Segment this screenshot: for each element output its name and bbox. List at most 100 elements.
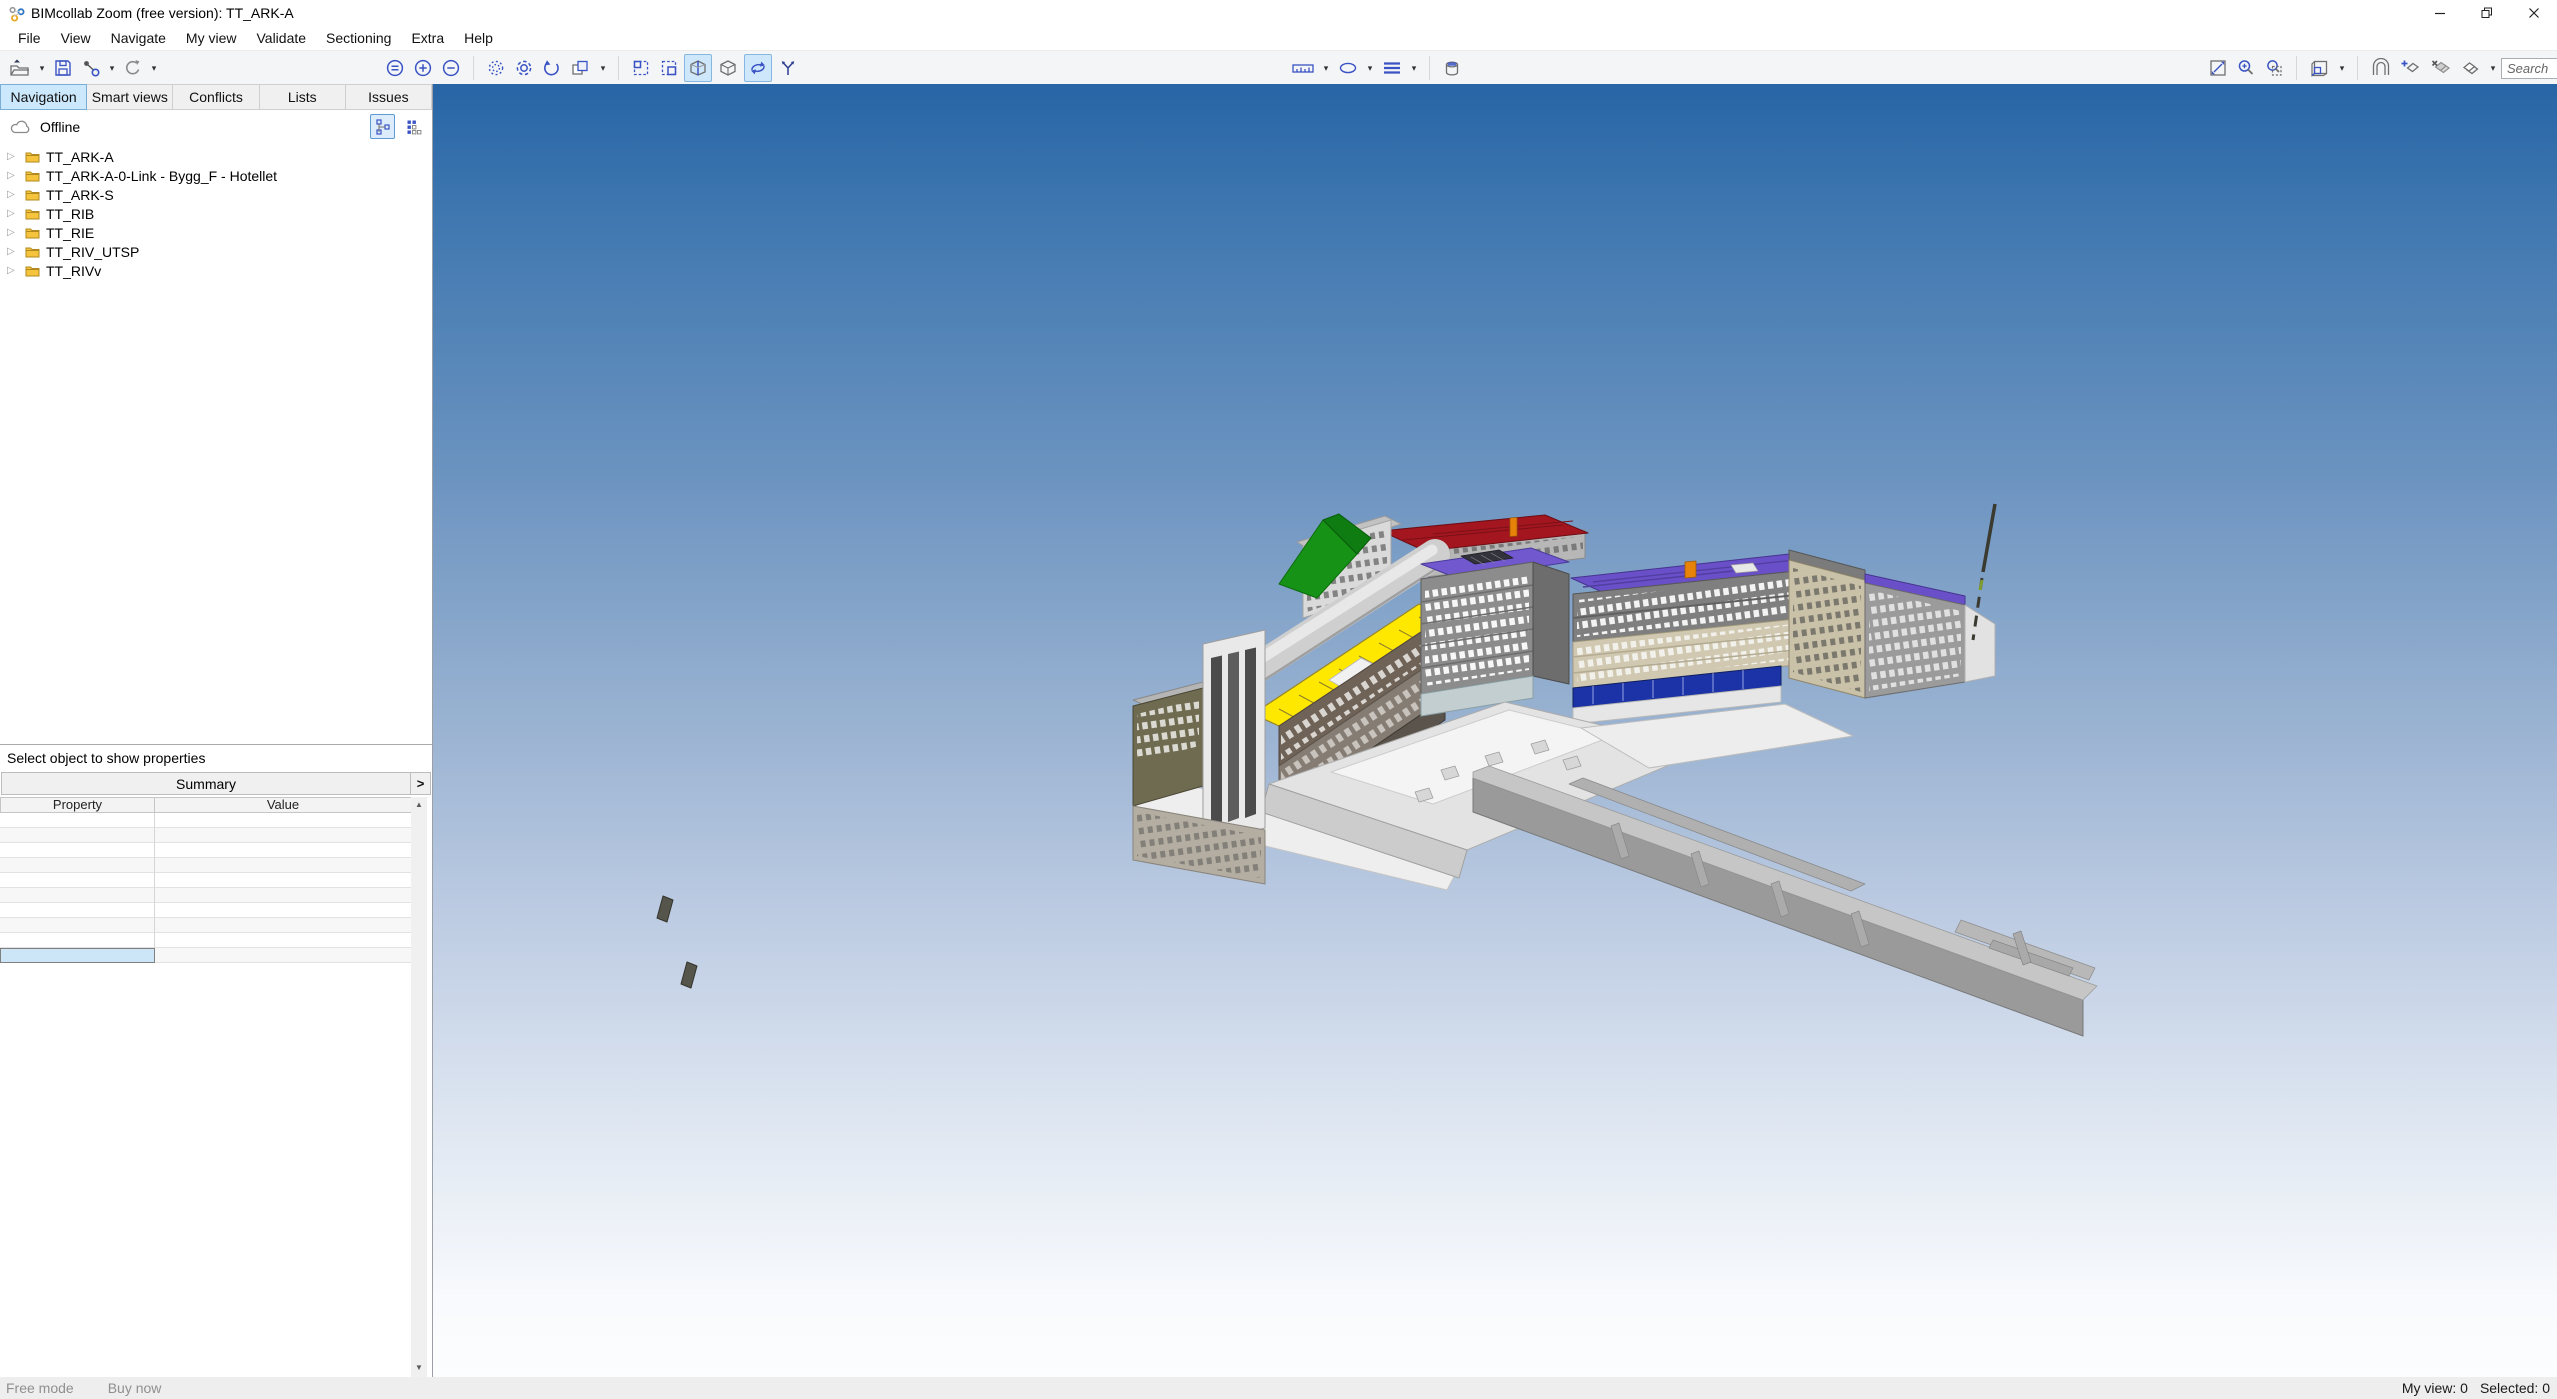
expand-icon[interactable]: ▷ (7, 227, 21, 238)
sync-button[interactable] (120, 54, 146, 82)
toolbar-group-measure: ▾ ▾ ▾ (1288, 51, 1465, 85)
saved-views-button[interactable] (567, 54, 595, 82)
menu-item-view[interactable]: View (51, 27, 101, 49)
save-button[interactable] (50, 54, 76, 82)
zoom-out-button[interactable] (438, 54, 464, 82)
property-row[interactable] (0, 933, 412, 948)
section-planes-button[interactable] (2457, 54, 2485, 82)
add-section-plane-icon (2401, 60, 2420, 73)
menu-item-navigate[interactable]: Navigate (101, 27, 176, 49)
zoom-window-button[interactable] (2233, 54, 2259, 82)
menu-item-validate[interactable]: Validate (246, 27, 316, 49)
measure-lines-button[interactable] (1378, 54, 1406, 82)
expand-icon[interactable]: ▷ (7, 189, 21, 200)
grid-view-button[interactable] (401, 114, 426, 139)
tree-item[interactable]: ▷ TT_ARK-A-0-Link - Bygg_F - Hotellet (0, 166, 432, 185)
tree-item[interactable]: ▷ TT_RIE (0, 223, 432, 242)
saved-views-dropdown[interactable]: ▾ (597, 54, 609, 82)
tab-lists[interactable]: Lists (259, 84, 346, 110)
expand-icon[interactable]: ▷ (7, 265, 21, 276)
tab-conflicts[interactable]: Conflicts (173, 84, 260, 110)
tree-item-label: TT_RIV_UTSP (46, 243, 140, 260)
tree-item[interactable]: ▷ TT_ARK-A (0, 147, 432, 166)
property-row-selected[interactable] (0, 948, 412, 963)
close-button[interactable] (2510, 0, 2557, 26)
floating-debris (656, 895, 698, 989)
scroll-up-icon[interactable]: ▲ (411, 797, 427, 812)
property-row[interactable] (0, 813, 412, 828)
select-rect-alt-button[interactable] (656, 54, 682, 82)
section-planes-dropdown[interactable]: ▾ (2487, 54, 2499, 82)
property-row[interactable] (0, 903, 412, 918)
measure-area-dropdown[interactable]: ▾ (1364, 54, 1376, 82)
property-row[interactable] (0, 843, 412, 858)
select-rect-button[interactable] (628, 54, 654, 82)
merge-models-button[interactable] (78, 54, 104, 82)
tree-item[interactable]: ▷ TT_RIB (0, 204, 432, 223)
properties-scrollbar[interactable]: ▲ ▼ (411, 797, 427, 1377)
cube-view-button[interactable] (714, 54, 742, 82)
tab-issues[interactable]: Issues (345, 84, 433, 110)
minimize-icon (2434, 12, 2445, 15)
viewport-3d[interactable] (433, 84, 2557, 1377)
column-header-property[interactable]: Property (0, 797, 155, 813)
remove-section-plane-button[interactable] (2427, 54, 2455, 82)
measure-length-button[interactable] (1288, 54, 1318, 82)
summary-expand-chevron[interactable]: > (410, 773, 430, 794)
bim-model-render (656, 503, 2098, 1037)
menu-item-extra[interactable]: Extra (401, 27, 454, 49)
restore-button[interactable] (2463, 0, 2510, 26)
hide-cube-dropdown[interactable]: ▾ (2336, 54, 2348, 82)
tab-smart-views[interactable]: Smart views (87, 84, 174, 110)
column-header-value[interactable]: Value (155, 797, 412, 813)
property-row[interactable] (0, 858, 412, 873)
spin-mode-button[interactable] (483, 54, 509, 82)
open-model-button[interactable] (6, 54, 34, 82)
zoom-selection-button[interactable] (2261, 54, 2287, 82)
menu-item-sectioning[interactable]: Sectioning (316, 27, 401, 49)
expand-icon[interactable]: ▷ (7, 208, 21, 219)
property-row[interactable] (0, 828, 412, 843)
tree-view-button[interactable] (370, 114, 395, 139)
spin-mode-alt-button[interactable] (511, 54, 537, 82)
property-row[interactable] (0, 888, 412, 903)
orbit-button[interactable] (744, 54, 772, 82)
expand-icon[interactable]: ▷ (7, 170, 21, 181)
zoom-extents-button[interactable] (382, 54, 408, 82)
fit-view-button[interactable] (2205, 54, 2231, 82)
building-complex (656, 503, 2098, 1037)
section-box-button[interactable] (684, 54, 712, 82)
add-section-plane-button[interactable] (2397, 54, 2425, 82)
reset-view-button[interactable] (539, 54, 565, 82)
zoom-in-button[interactable] (410, 54, 436, 82)
tree-item[interactable]: ▷ TT_ARK-S (0, 185, 432, 204)
merge-models-dropdown[interactable]: ▾ (106, 54, 118, 82)
hide-cube-button[interactable] (2306, 54, 2334, 82)
spin-mode-icon (488, 60, 504, 76)
property-row[interactable] (0, 918, 412, 933)
measure-length-icon (1292, 64, 1314, 73)
main-area: Navigation Smart views Conflicts Lists I… (0, 84, 2557, 1377)
sync-dropdown[interactable]: ▾ (148, 54, 160, 82)
tab-navigation[interactable]: Navigation (0, 84, 88, 110)
measure-area-button[interactable] (1334, 54, 1362, 82)
menu-item-help[interactable]: Help (454, 27, 503, 49)
search-input[interactable] (2501, 57, 2557, 79)
walk-button[interactable] (774, 54, 802, 82)
open-model-dropdown[interactable]: ▾ (36, 54, 48, 82)
summary-bar[interactable]: Summary > (1, 772, 431, 795)
scroll-down-icon[interactable]: ▼ (411, 1360, 427, 1375)
expand-icon[interactable]: ▷ (7, 246, 21, 257)
clip-arch-button[interactable] (2367, 54, 2395, 82)
paint-bucket-button[interactable] (1439, 54, 1465, 82)
minimize-button[interactable] (2416, 0, 2463, 26)
buy-now-link[interactable]: Buy now (108, 1380, 162, 1396)
tree-item[interactable]: ▷ TT_RIV_UTSP (0, 242, 432, 261)
menu-item-file[interactable]: File (8, 27, 51, 49)
tree-item[interactable]: ▷ TT_RIVv (0, 261, 432, 280)
property-row[interactable] (0, 873, 412, 888)
menu-item-my-view[interactable]: My view (176, 27, 247, 49)
measure-lines-dropdown[interactable]: ▾ (1408, 54, 1420, 82)
measure-length-dropdown[interactable]: ▾ (1320, 54, 1332, 82)
expand-icon[interactable]: ▷ (7, 151, 21, 162)
